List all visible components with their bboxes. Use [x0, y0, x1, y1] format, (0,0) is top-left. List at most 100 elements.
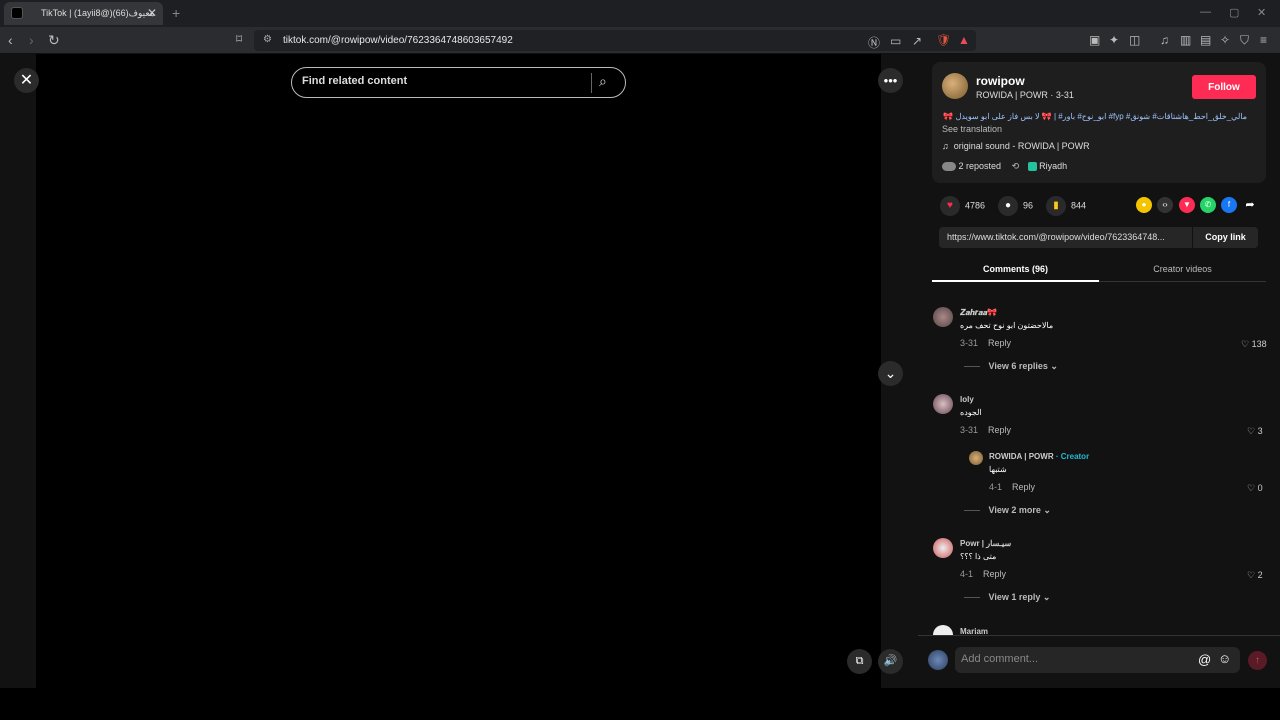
site-info-icon[interactable]: ⚙	[263, 34, 272, 45]
whatsapp-icon[interactable]: ✆	[1200, 197, 1216, 213]
emoji-icon[interactable]: ☺	[1218, 651, 1231, 666]
mention-icon[interactable]: @	[1198, 652, 1211, 667]
reply-button[interactable]: Reply	[988, 425, 1011, 435]
forward-icon[interactable]: ›	[29, 32, 34, 48]
comment-like-count: 0	[1257, 483, 1263, 493]
comment-box[interactable]: @ ☺	[955, 647, 1240, 673]
tab-comments[interactable]: Comments (96)	[932, 258, 1099, 282]
comment-like[interactable]: ♡ 138	[1241, 339, 1267, 350]
copy-link-button[interactable]: Copy link	[1192, 227, 1258, 248]
maximize-icon[interactable]: ▢	[1229, 6, 1239, 19]
close-tab-icon[interactable]: ✕	[147, 6, 157, 20]
puzzle-icon[interactable]: ✦	[1109, 33, 1119, 47]
volume-icon[interactable]: 🔊	[878, 649, 903, 674]
minimize-icon[interactable]: —	[1200, 6, 1211, 18]
chevron-down-icon: ⌄	[1042, 592, 1051, 602]
comment-text: شتبها	[989, 465, 1007, 474]
post-comment-button[interactable]: ↑	[1248, 651, 1267, 670]
comment-like[interactable]: ♡ 2	[1247, 570, 1263, 581]
view-replies-label: View 6 replies	[988, 361, 1048, 371]
share-page-icon[interactable]: ↗	[912, 34, 922, 48]
comment-meta: 4-1 Reply	[960, 569, 1006, 579]
comment-text: متى ذا ؟؟؟	[960, 552, 997, 561]
my-avatar[interactable]	[928, 650, 948, 670]
coin-share-icon[interactable]: ●	[1136, 197, 1152, 213]
back-icon[interactable]: ‹	[8, 32, 13, 48]
commenter-avatar[interactable]	[933, 307, 953, 327]
comment-count: 96	[1023, 200, 1034, 211]
repost-row[interactable]: 2 reposted ⟲ Riyadh	[942, 161, 1067, 172]
tab-creator-videos[interactable]: Creator videos	[1099, 258, 1266, 274]
window-close-icon[interactable]: ✕	[1257, 6, 1266, 19]
view-replies-button[interactable]: View 1 reply ⌄	[964, 592, 1051, 603]
save-stat[interactable]: ▮ 844	[1046, 196, 1086, 216]
comment-text: الجوده	[960, 408, 982, 417]
send-icon[interactable]: ▼	[1179, 197, 1195, 213]
sidebar-icon[interactable]: ▥	[1180, 33, 1191, 47]
commenter-avatar[interactable]	[933, 538, 953, 558]
pip-icon[interactable]: ⧉	[847, 649, 872, 674]
brave-shield-icon[interactable]: 🛡	[936, 33, 951, 47]
more-options-button[interactable]: •••	[878, 68, 903, 93]
vpn-icon[interactable]: ⛉	[1240, 33, 1249, 48]
comment-date: 4-1	[960, 569, 974, 579]
related-search-box[interactable]: ⌕	[291, 67, 626, 98]
creator-username[interactable]: rowipow	[976, 74, 1025, 88]
commenter-avatar[interactable]	[933, 394, 953, 414]
heart-outline-icon[interactable]: ♡	[1247, 426, 1255, 436]
music-icon[interactable]: ♫	[1160, 33, 1169, 47]
cast-icon[interactable]: ▭	[890, 34, 901, 48]
menu-icon[interactable]: ≡	[1260, 33, 1267, 47]
translate-icon[interactable]: Ⓝ	[868, 34, 880, 51]
extension-icon[interactable]: ▣	[1089, 33, 1100, 47]
sound-row[interactable]: ♫ original sound - ROWIDA | POWR	[942, 141, 1090, 151]
creator-reply-avatar[interactable]	[969, 451, 983, 465]
brave-rewards-icon[interactable]: ▲	[958, 33, 970, 47]
comment-like[interactable]: ♡ 0	[1247, 483, 1263, 494]
commenter-name[interactable]: 𝒁𝒂𝒉𝒓𝒂𝒂🎀	[960, 308, 997, 318]
creator-reply-name[interactable]: ROWIDA | POWR · Creator	[989, 452, 1089, 461]
url-field[interactable]: ⚙ tiktok.com/@rowipow/video/762336474860…	[254, 30, 976, 51]
next-video-chevron-down-icon[interactable]: ⌄	[878, 361, 903, 386]
facebook-icon[interactable]: f	[1221, 197, 1237, 213]
creator-avatar[interactable]	[942, 73, 968, 99]
bookmark-icon[interactable]: ⌑	[236, 32, 242, 46]
reply-button[interactable]: Reply	[1012, 482, 1035, 492]
new-tab-button[interactable]: +	[172, 5, 180, 21]
location-label[interactable]: Riyadh	[1039, 161, 1067, 171]
share-arrow-icon[interactable]: ➦	[1242, 197, 1258, 213]
heart-outline-icon[interactable]: ♡	[1247, 483, 1255, 493]
like-stat[interactable]: ♥ 4786	[940, 196, 985, 216]
share-link-url[interactable]: https://www.tiktok.com/@rowipow/video/76…	[947, 232, 1192, 242]
repost-count: 2 reposted	[958, 161, 1002, 171]
screenshot-icon[interactable]: ◫	[1129, 33, 1140, 47]
reply-button[interactable]: Reply	[983, 569, 1006, 579]
commenter-name[interactable]: loly	[960, 395, 974, 404]
heart-outline-icon[interactable]: ♡	[1247, 570, 1255, 580]
search-icon[interactable]: ⌕	[599, 73, 607, 90]
reload-icon[interactable]: ↻	[48, 32, 60, 49]
heart-outline-icon[interactable]: ♡	[1241, 339, 1249, 349]
follow-button[interactable]: Follow	[1192, 75, 1256, 99]
browser-tab[interactable]: TikTok | (1ayii8@)معيوف(66) ✕	[4, 2, 163, 25]
reply-button[interactable]: Reply	[988, 338, 1011, 348]
see-translation-link[interactable]: See translation	[942, 124, 1002, 134]
comment-like[interactable]: ♡ 3	[1247, 426, 1263, 437]
heart-icon[interactable]: ♥	[940, 196, 960, 216]
commenter-name[interactable]: Powr | ﺳﻴـﺴﺎر	[960, 539, 1011, 548]
embed-icon[interactable]: ‹›	[1157, 197, 1173, 213]
location-icon	[1027, 162, 1037, 172]
save-count: 844	[1071, 200, 1087, 211]
comment-stat[interactable]: ● 96	[998, 196, 1033, 216]
view-more-replies-button[interactable]: View 2 more ⌄	[964, 505, 1051, 516]
comment-icon[interactable]: ●	[998, 196, 1018, 216]
video-player[interactable]	[36, 54, 881, 688]
related-search-input[interactable]	[302, 75, 582, 87]
close-video-button[interactable]: ✕	[14, 68, 39, 93]
reply-author[interactable]: ROWIDA | POWR	[989, 452, 1054, 461]
wallet-icon[interactable]: ▤	[1200, 33, 1211, 47]
comment-input[interactable]	[961, 653, 1191, 665]
view-replies-button[interactable]: View 6 replies ⌄	[964, 361, 1058, 372]
leo-ai-icon[interactable]: ✧	[1220, 33, 1230, 47]
bookmark-save-icon[interactable]: ▮	[1046, 196, 1066, 216]
